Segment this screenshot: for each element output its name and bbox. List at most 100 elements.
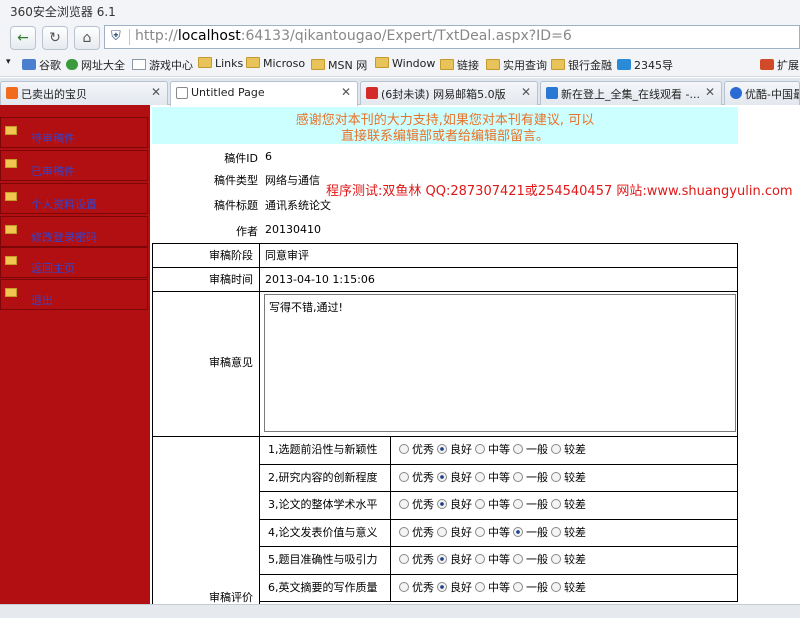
- rating-option[interactable]: 一般: [513, 492, 548, 519]
- close-icon[interactable]: ✕: [151, 85, 161, 99]
- rating-option[interactable]: 中等: [475, 520, 510, 547]
- radio-button[interactable]: [399, 581, 409, 592]
- radio-button[interactable]: [437, 471, 447, 482]
- sidebar-item-pending[interactable]: 待审稿件: [0, 117, 148, 148]
- tab-3[interactable]: 新在登上_全集_在线观看 -... ✕: [540, 81, 722, 105]
- rating-option[interactable]: 良好: [437, 575, 472, 602]
- sidebar-item-reviewed[interactable]: 已审稿件: [0, 150, 148, 181]
- rating-option[interactable]: 一般: [513, 437, 548, 464]
- fav-item-9[interactable]: 银行金融: [551, 57, 612, 73]
- back-arrow-icon[interactable]: ←: [10, 26, 36, 50]
- radio-button[interactable]: [551, 581, 561, 592]
- radio-button[interactable]: [513, 581, 523, 592]
- radio-button[interactable]: [399, 526, 409, 537]
- rating-option[interactable]: 良好: [437, 520, 472, 547]
- rating-option[interactable]: 优秀: [399, 575, 434, 602]
- radio-button[interactable]: [475, 444, 485, 454]
- radio-button[interactable]: [437, 444, 447, 454]
- radio-button[interactable]: [475, 471, 485, 482]
- extensions-button[interactable]: 扩展: [760, 57, 799, 73]
- radio-button[interactable]: [437, 499, 447, 509]
- close-icon[interactable]: ✕: [705, 85, 715, 99]
- rating-option[interactable]: 优秀: [399, 547, 434, 574]
- tab-2[interactable]: (6封未读) 网易邮箱5.0版 ✕: [360, 81, 538, 105]
- rating-option[interactable]: 良好: [437, 465, 472, 492]
- radio-button[interactable]: [399, 444, 409, 454]
- close-icon[interactable]: ✕: [341, 85, 351, 99]
- sidebar-item-profile[interactable]: 个人资料设置: [0, 183, 148, 214]
- fav-item-8[interactable]: 实用查询: [486, 57, 547, 73]
- fav-item-2[interactable]: 游戏中心: [132, 57, 193, 73]
- address-bar[interactable]: ⛨ http://localhost:64133/qikantougao/Exp…: [104, 25, 800, 49]
- rating-option-label: 一般: [526, 553, 548, 566]
- rating-option[interactable]: 一般: [513, 520, 548, 547]
- radio-button[interactable]: [399, 554, 409, 564]
- rating-option[interactable]: 优秀: [399, 520, 434, 547]
- home-icon[interactable]: ⌂: [74, 26, 100, 50]
- review-opinion-textarea[interactable]: [264, 294, 736, 432]
- radio-button[interactable]: [551, 471, 561, 482]
- rating-option[interactable]: 中等: [475, 492, 510, 519]
- tab-1[interactable]: Untitled Page ✕: [170, 81, 358, 106]
- fav-item-6[interactable]: Window: [375, 57, 435, 70]
- fav-item-5[interactable]: MSN 网: [311, 57, 367, 73]
- tab-0[interactable]: 已卖出的宝贝 ✕: [0, 81, 168, 105]
- rating-option[interactable]: 一般: [513, 465, 548, 492]
- rating-option[interactable]: 较差: [551, 437, 586, 464]
- radio-button[interactable]: [551, 444, 561, 454]
- rating-option[interactable]: 较差: [551, 520, 586, 547]
- radio-button[interactable]: [551, 499, 561, 509]
- fav-item-10[interactable]: 2345导: [617, 57, 673, 73]
- rating-option[interactable]: 较差: [551, 547, 586, 574]
- rating-option[interactable]: 中等: [475, 465, 510, 492]
- sidebar-item-home[interactable]: 返回主页: [0, 247, 148, 278]
- close-icon[interactable]: ✕: [521, 85, 531, 99]
- fav-item-4[interactable]: Microso: [246, 57, 305, 70]
- favorites-menu-arrow-icon[interactable]: ▾: [6, 57, 11, 67]
- fav-item-7[interactable]: 链接: [440, 57, 479, 73]
- radio-button[interactable]: [475, 581, 485, 592]
- fav-item-3[interactable]: Links: [198, 57, 243, 70]
- rating-option[interactable]: 一般: [513, 547, 548, 574]
- rating-option[interactable]: 优秀: [399, 492, 434, 519]
- rating-option[interactable]: 一般: [513, 575, 548, 602]
- rating-option-label: 良好: [450, 553, 472, 566]
- sidebar-item-logout[interactable]: 退出: [0, 279, 148, 310]
- rating-option[interactable]: 中等: [475, 547, 510, 574]
- sidebar-item-password[interactable]: 修改登录密码: [0, 216, 148, 247]
- rating-option[interactable]: 较差: [551, 575, 586, 602]
- folder-icon: [198, 57, 212, 68]
- radio-button[interactable]: [437, 581, 447, 592]
- rating-option-label: 良好: [450, 498, 472, 511]
- rating-option[interactable]: 中等: [475, 575, 510, 602]
- radio-button[interactable]: [437, 554, 447, 564]
- refresh-icon[interactable]: ↻: [42, 26, 68, 50]
- rating-option[interactable]: 较差: [551, 465, 586, 492]
- radio-button[interactable]: [551, 526, 561, 537]
- youku-icon: [730, 87, 742, 99]
- rating-option[interactable]: 优秀: [399, 437, 434, 464]
- rating-option[interactable]: 优秀: [399, 465, 434, 492]
- radio-button[interactable]: [399, 499, 409, 509]
- radio-button[interactable]: [513, 554, 523, 564]
- rating-option[interactable]: 良好: [437, 437, 472, 464]
- radio-button[interactable]: [513, 526, 523, 537]
- criterion-options-5: 优秀 良好 中等 一般 较差: [391, 547, 738, 575]
- tab-4[interactable]: 优酷-中国最: [724, 81, 800, 105]
- radio-button[interactable]: [513, 444, 523, 454]
- radio-button[interactable]: [513, 471, 523, 482]
- radio-button[interactable]: [475, 526, 485, 537]
- radio-button[interactable]: [437, 526, 447, 537]
- rating-option[interactable]: 良好: [437, 547, 472, 574]
- radio-button[interactable]: [513, 499, 523, 509]
- rating-option[interactable]: 中等: [475, 437, 510, 464]
- fav-item-1[interactable]: 网址大全: [66, 57, 125, 73]
- radio-button[interactable]: [551, 554, 561, 564]
- radio-button[interactable]: [399, 471, 409, 482]
- url-text[interactable]: http://localhost:64133/qikantougao/Exper…: [135, 28, 572, 44]
- fav-item-0[interactable]: 谷歌: [22, 57, 61, 73]
- rating-option[interactable]: 较差: [551, 492, 586, 519]
- radio-button[interactable]: [475, 554, 485, 564]
- radio-button[interactable]: [475, 499, 485, 509]
- rating-option[interactable]: 良好: [437, 492, 472, 519]
